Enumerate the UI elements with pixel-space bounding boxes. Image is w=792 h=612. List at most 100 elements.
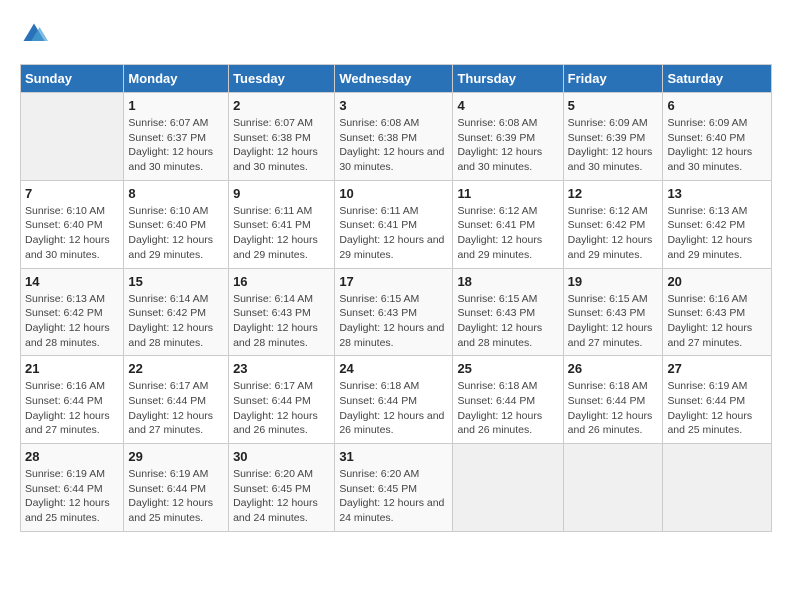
day-info: Sunrise: 6:17 AMSunset: 6:44 PMDaylight:… <box>233 379 330 438</box>
day-number: 20 <box>667 274 767 289</box>
week-row-2: 14 Sunrise: 6:13 AMSunset: 6:42 PMDaylig… <box>21 268 772 356</box>
day-info: Sunrise: 6:13 AMSunset: 6:42 PMDaylight:… <box>667 204 767 263</box>
calendar-cell: 25 Sunrise: 6:18 AMSunset: 6:44 PMDaylig… <box>453 356 563 444</box>
day-info: Sunrise: 6:19 AMSunset: 6:44 PMDaylight:… <box>25 467 119 526</box>
header-cell-sunday: Sunday <box>21 65 124 93</box>
day-info: Sunrise: 6:17 AMSunset: 6:44 PMDaylight:… <box>128 379 224 438</box>
day-number: 23 <box>233 361 330 376</box>
day-info: Sunrise: 6:10 AMSunset: 6:40 PMDaylight:… <box>25 204 119 263</box>
calendar-cell: 24 Sunrise: 6:18 AMSunset: 6:44 PMDaylig… <box>335 356 453 444</box>
day-info: Sunrise: 6:14 AMSunset: 6:42 PMDaylight:… <box>128 292 224 351</box>
calendar-cell: 7 Sunrise: 6:10 AMSunset: 6:40 PMDayligh… <box>21 180 124 268</box>
header <box>20 20 772 48</box>
week-row-3: 21 Sunrise: 6:16 AMSunset: 6:44 PMDaylig… <box>21 356 772 444</box>
header-row: SundayMondayTuesdayWednesdayThursdayFrid… <box>21 65 772 93</box>
day-number: 7 <box>25 186 119 201</box>
day-number: 27 <box>667 361 767 376</box>
day-info: Sunrise: 6:20 AMSunset: 6:45 PMDaylight:… <box>233 467 330 526</box>
day-info: Sunrise: 6:11 AMSunset: 6:41 PMDaylight:… <box>233 204 330 263</box>
header-cell-thursday: Thursday <box>453 65 563 93</box>
day-number: 4 <box>457 98 558 113</box>
day-info: Sunrise: 6:08 AMSunset: 6:39 PMDaylight:… <box>457 116 558 175</box>
calendar-cell <box>663 444 772 532</box>
day-number: 6 <box>667 98 767 113</box>
calendar-cell: 2 Sunrise: 6:07 AMSunset: 6:38 PMDayligh… <box>229 93 335 181</box>
week-row-4: 28 Sunrise: 6:19 AMSunset: 6:44 PMDaylig… <box>21 444 772 532</box>
header-cell-tuesday: Tuesday <box>229 65 335 93</box>
day-info: Sunrise: 6:16 AMSunset: 6:44 PMDaylight:… <box>25 379 119 438</box>
day-number: 5 <box>568 98 659 113</box>
day-info: Sunrise: 6:08 AMSunset: 6:38 PMDaylight:… <box>339 116 448 175</box>
day-info: Sunrise: 6:15 AMSunset: 6:43 PMDaylight:… <box>457 292 558 351</box>
calendar-cell: 29 Sunrise: 6:19 AMSunset: 6:44 PMDaylig… <box>124 444 229 532</box>
calendar-table: SundayMondayTuesdayWednesdayThursdayFrid… <box>20 64 772 532</box>
day-number: 26 <box>568 361 659 376</box>
day-number: 8 <box>128 186 224 201</box>
day-number: 18 <box>457 274 558 289</box>
header-cell-friday: Friday <box>563 65 663 93</box>
week-row-0: 1 Sunrise: 6:07 AMSunset: 6:37 PMDayligh… <box>21 93 772 181</box>
calendar-cell: 11 Sunrise: 6:12 AMSunset: 6:41 PMDaylig… <box>453 180 563 268</box>
calendar-cell: 9 Sunrise: 6:11 AMSunset: 6:41 PMDayligh… <box>229 180 335 268</box>
day-number: 2 <box>233 98 330 113</box>
day-number: 22 <box>128 361 224 376</box>
calendar-cell: 23 Sunrise: 6:17 AMSunset: 6:44 PMDaylig… <box>229 356 335 444</box>
day-info: Sunrise: 6:12 AMSunset: 6:42 PMDaylight:… <box>568 204 659 263</box>
day-info: Sunrise: 6:07 AMSunset: 6:37 PMDaylight:… <box>128 116 224 175</box>
calendar-cell: 3 Sunrise: 6:08 AMSunset: 6:38 PMDayligh… <box>335 93 453 181</box>
day-info: Sunrise: 6:18 AMSunset: 6:44 PMDaylight:… <box>457 379 558 438</box>
day-number: 14 <box>25 274 119 289</box>
calendar-cell: 27 Sunrise: 6:19 AMSunset: 6:44 PMDaylig… <box>663 356 772 444</box>
calendar-cell: 20 Sunrise: 6:16 AMSunset: 6:43 PMDaylig… <box>663 268 772 356</box>
day-number: 29 <box>128 449 224 464</box>
week-row-1: 7 Sunrise: 6:10 AMSunset: 6:40 PMDayligh… <box>21 180 772 268</box>
day-info: Sunrise: 6:18 AMSunset: 6:44 PMDaylight:… <box>568 379 659 438</box>
day-info: Sunrise: 6:14 AMSunset: 6:43 PMDaylight:… <box>233 292 330 351</box>
header-cell-monday: Monday <box>124 65 229 93</box>
calendar-cell: 16 Sunrise: 6:14 AMSunset: 6:43 PMDaylig… <box>229 268 335 356</box>
day-number: 3 <box>339 98 448 113</box>
day-info: Sunrise: 6:19 AMSunset: 6:44 PMDaylight:… <box>667 379 767 438</box>
logo <box>20 20 52 48</box>
day-number: 16 <box>233 274 330 289</box>
day-info: Sunrise: 6:19 AMSunset: 6:44 PMDaylight:… <box>128 467 224 526</box>
calendar-cell: 12 Sunrise: 6:12 AMSunset: 6:42 PMDaylig… <box>563 180 663 268</box>
calendar-cell: 31 Sunrise: 6:20 AMSunset: 6:45 PMDaylig… <box>335 444 453 532</box>
day-info: Sunrise: 6:10 AMSunset: 6:40 PMDaylight:… <box>128 204 224 263</box>
calendar-cell: 26 Sunrise: 6:18 AMSunset: 6:44 PMDaylig… <box>563 356 663 444</box>
day-info: Sunrise: 6:09 AMSunset: 6:39 PMDaylight:… <box>568 116 659 175</box>
day-number: 11 <box>457 186 558 201</box>
calendar-cell: 8 Sunrise: 6:10 AMSunset: 6:40 PMDayligh… <box>124 180 229 268</box>
calendar-cell <box>563 444 663 532</box>
calendar-cell: 19 Sunrise: 6:15 AMSunset: 6:43 PMDaylig… <box>563 268 663 356</box>
day-number: 9 <box>233 186 330 201</box>
day-number: 31 <box>339 449 448 464</box>
calendar-cell: 1 Sunrise: 6:07 AMSunset: 6:37 PMDayligh… <box>124 93 229 181</box>
day-number: 28 <box>25 449 119 464</box>
header-cell-wednesday: Wednesday <box>335 65 453 93</box>
day-number: 19 <box>568 274 659 289</box>
day-number: 24 <box>339 361 448 376</box>
day-number: 12 <box>568 186 659 201</box>
day-number: 15 <box>128 274 224 289</box>
calendar-cell: 6 Sunrise: 6:09 AMSunset: 6:40 PMDayligh… <box>663 93 772 181</box>
day-info: Sunrise: 6:18 AMSunset: 6:44 PMDaylight:… <box>339 379 448 438</box>
calendar-cell: 21 Sunrise: 6:16 AMSunset: 6:44 PMDaylig… <box>21 356 124 444</box>
logo-icon <box>20 20 48 48</box>
calendar-cell: 30 Sunrise: 6:20 AMSunset: 6:45 PMDaylig… <box>229 444 335 532</box>
day-info: Sunrise: 6:13 AMSunset: 6:42 PMDaylight:… <box>25 292 119 351</box>
day-info: Sunrise: 6:16 AMSunset: 6:43 PMDaylight:… <box>667 292 767 351</box>
calendar-cell <box>21 93 124 181</box>
calendar-cell: 18 Sunrise: 6:15 AMSunset: 6:43 PMDaylig… <box>453 268 563 356</box>
day-number: 30 <box>233 449 330 464</box>
header-cell-saturday: Saturday <box>663 65 772 93</box>
calendar-cell: 28 Sunrise: 6:19 AMSunset: 6:44 PMDaylig… <box>21 444 124 532</box>
day-number: 17 <box>339 274 448 289</box>
day-info: Sunrise: 6:12 AMSunset: 6:41 PMDaylight:… <box>457 204 558 263</box>
calendar-cell: 13 Sunrise: 6:13 AMSunset: 6:42 PMDaylig… <box>663 180 772 268</box>
day-info: Sunrise: 6:15 AMSunset: 6:43 PMDaylight:… <box>339 292 448 351</box>
calendar-cell: 17 Sunrise: 6:15 AMSunset: 6:43 PMDaylig… <box>335 268 453 356</box>
day-number: 1 <box>128 98 224 113</box>
calendar-cell: 15 Sunrise: 6:14 AMSunset: 6:42 PMDaylig… <box>124 268 229 356</box>
day-number: 25 <box>457 361 558 376</box>
